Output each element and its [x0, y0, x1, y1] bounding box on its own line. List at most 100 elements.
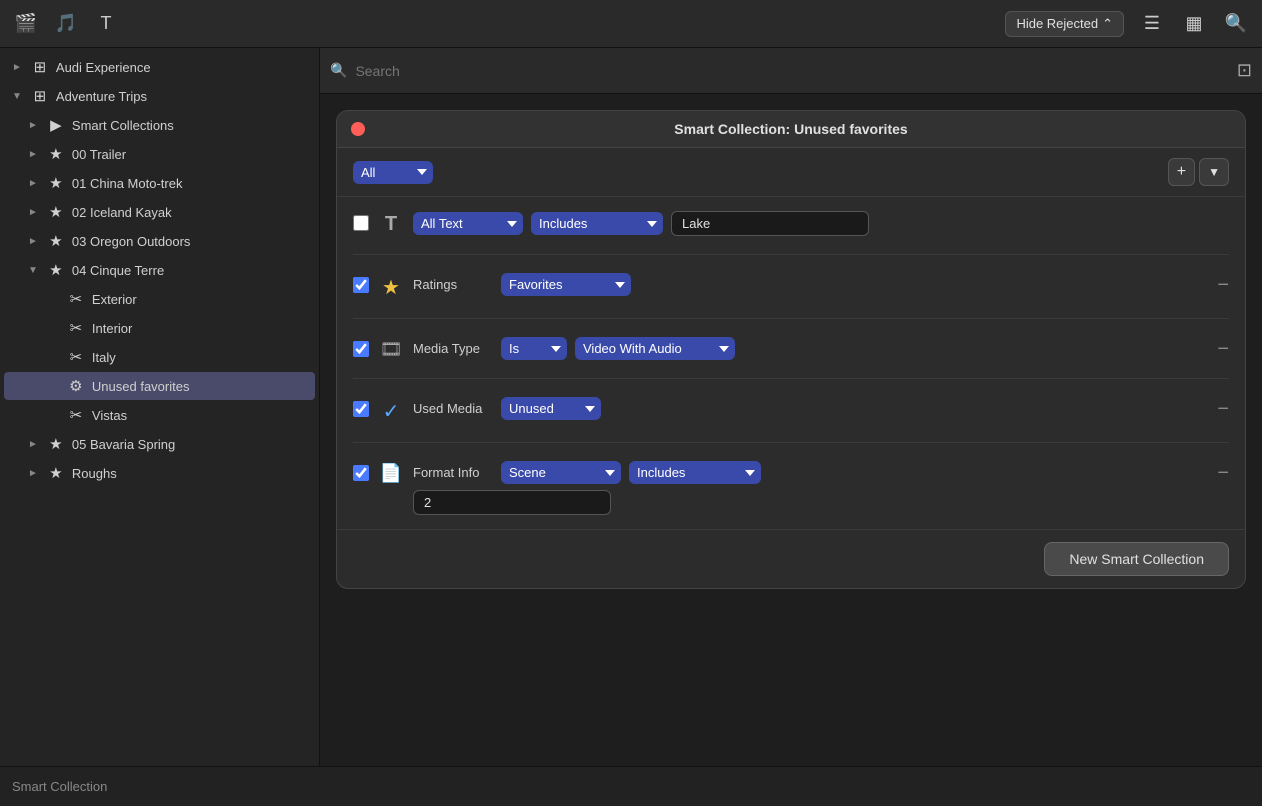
rule-text-controls: All Text Includes Does Not Include	[413, 211, 1229, 236]
sidebar-item-label: Italy	[92, 350, 116, 365]
scissors-icon: ✂	[66, 290, 86, 308]
star-icon: ★	[46, 203, 66, 221]
sidebar-item-adventure-trips[interactable]: ▼ ⊞ Adventure Trips	[4, 82, 315, 110]
sidebar-item-label: 05 Bavaria Spring	[72, 437, 175, 452]
list-view-icon[interactable]: ☰	[1138, 10, 1166, 38]
sidebar-item-02-iceland[interactable]: ► ★ 02 Iceland Kayak	[4, 198, 315, 226]
smart-collection-panel: Smart Collection: Unused favorites All A…	[336, 110, 1246, 589]
panel-title: Smart Collection: Unused favorites	[674, 121, 907, 137]
scissors-icon: ✂	[66, 348, 86, 366]
sidebar-item-label: Unused favorites	[92, 379, 190, 394]
sidebar-item-label: 03 Oregon Outdoors	[72, 234, 191, 249]
text-field-select[interactable]: All Text	[413, 212, 523, 235]
rule-row-text: T All Text Includes Does Not Include	[353, 205, 1229, 242]
arrow-icon: ►	[28, 439, 38, 450]
film-icon: 🎞	[379, 339, 403, 360]
sidebar-item-unused-favorites[interactable]: ► ⚙ Unused favorites	[4, 372, 315, 400]
add-rule-button[interactable]: +	[1168, 158, 1195, 186]
document-icon: 📄	[379, 463, 403, 484]
movie-icon[interactable]: 🎬	[12, 10, 40, 38]
expand-button[interactable]: ▼	[1199, 158, 1229, 186]
rule-ratings-controls: Ratings Favorites Rejected	[413, 273, 1207, 296]
search-bar: 🔍 ⊡	[320, 48, 1262, 94]
music-icon[interactable]: 🎵	[52, 10, 80, 38]
sidebar-item-label: 02 Iceland Kayak	[72, 205, 172, 220]
sidebar-item-label: Audi Experience	[56, 60, 151, 75]
text-value-input[interactable]	[671, 211, 869, 236]
match-select[interactable]: All Any None	[353, 161, 433, 184]
grid-icon: ⊞	[30, 87, 50, 105]
arrow-icon: ►	[28, 207, 38, 218]
sidebar-item-03-oregon[interactable]: ► ★ 03 Oregon Outdoors	[4, 227, 315, 255]
ratings-field-select[interactable]: Favorites Rejected	[501, 273, 631, 296]
hide-rejected-button[interactable]: Hide Rejected ⌃	[1005, 11, 1124, 37]
sidebar-item-label: Smart Collections	[72, 118, 174, 133]
top-toolbar: 🎬 🎵 T Hide Rejected ⌃ ☰ ▦ 🔍	[0, 0, 1262, 48]
format-operator-select[interactable]: Includes Does Not Include	[629, 461, 761, 484]
sidebar-item-04-cinque[interactable]: ▼ ★ 04 Cinque Terre	[4, 256, 315, 284]
status-label: Smart Collection	[12, 779, 107, 794]
sidebar-item-00-trailer[interactable]: ► ★ 00 Trailer	[4, 140, 315, 168]
sidebar-item-label: 04 Cinque Terre	[72, 263, 164, 278]
view-icon[interactable]: ⊡	[1237, 60, 1252, 81]
arrow-icon: ►	[28, 149, 38, 160]
star-icon: ★	[379, 275, 403, 300]
remove-used-button[interactable]: −	[1217, 399, 1229, 419]
grid-view-icon[interactable]: ▦	[1180, 10, 1208, 38]
rule-used-controls: Used Media Unused Used	[413, 397, 1207, 420]
sidebar-item-roughs[interactable]: ► ★ Roughs	[4, 459, 315, 487]
new-smart-collection-button[interactable]: New Smart Collection	[1044, 542, 1229, 576]
rule-used-checkbox[interactable]	[353, 401, 369, 417]
star-icon: ★	[46, 232, 66, 250]
search-toolbar-icon[interactable]: 🔍	[1222, 10, 1250, 38]
sidebar-item-label: Roughs	[72, 466, 117, 481]
search-input[interactable]	[355, 63, 1228, 79]
gear-icon: ⚙	[66, 377, 86, 395]
checkmark-icon: ✓	[379, 399, 403, 424]
used-value-select[interactable]: Unused Used	[501, 397, 601, 420]
rule-row-ratings: ★ Ratings Favorites Rejected −	[353, 267, 1229, 306]
star-icon: ★	[46, 174, 66, 192]
media-value-select[interactable]: Video With Audio Video Only Audio Only	[575, 337, 735, 360]
arrow-icon: ▼	[12, 91, 22, 102]
text-icon: T	[379, 213, 403, 236]
sidebar-item-01-china[interactable]: ► ★ 01 China Moto-trek	[4, 169, 315, 197]
hide-rejected-label: Hide Rejected	[1016, 16, 1098, 31]
remove-media-button[interactable]: −	[1217, 339, 1229, 359]
sidebar-item-smart-collections[interactable]: ► ▶ Smart Collections	[4, 111, 315, 139]
rule-ratings-checkbox[interactable]	[353, 277, 369, 293]
panel-close-button[interactable]	[351, 122, 365, 136]
remove-ratings-button[interactable]: −	[1217, 275, 1229, 295]
rule-row-used-media: ✓ Used Media Unused Used −	[353, 391, 1229, 430]
text-operator-select[interactable]: Includes Does Not Include	[531, 212, 663, 235]
arrow-icon: ▼	[28, 265, 38, 276]
sidebar-item-interior[interactable]: ► ✂ Interior	[4, 314, 315, 342]
title-icon[interactable]: T	[92, 10, 120, 38]
remove-format-button[interactable]: −	[1217, 463, 1229, 483]
sidebar-item-vistas[interactable]: ► ✂ Vistas	[4, 401, 315, 429]
rule-row-media-type: 🎞 Media Type Is Is Not Video With Audio …	[353, 331, 1229, 366]
rule-format-controls: Format Info Scene Reel Includes Does Not…	[413, 461, 1207, 515]
rule-ratings-label: Ratings	[413, 277, 493, 292]
sidebar-item-label: Vistas	[92, 408, 127, 423]
panel-toolbar: All Any None + ▼	[337, 148, 1245, 197]
rule-text-checkbox[interactable]	[353, 215, 369, 231]
rule-media-checkbox[interactable]	[353, 341, 369, 357]
arrow-icon: ►	[28, 178, 38, 189]
format-field-select[interactable]: Scene Reel	[501, 461, 621, 484]
bottom-bar: Smart Collection	[0, 766, 1262, 806]
sidebar-item-audi-experience[interactable]: ► ⊞ Audi Experience	[4, 53, 315, 81]
hide-rejected-chevron: ⌃	[1102, 16, 1113, 32]
sidebar-item-italy[interactable]: ► ✂ Italy	[4, 343, 315, 371]
arrow-icon: ►	[28, 236, 38, 247]
sidebar-item-05-bavaria[interactable]: ► ★ 05 Bavaria Spring	[4, 430, 315, 458]
media-operator-select[interactable]: Is Is Not	[501, 337, 567, 360]
rule-format-checkbox[interactable]	[353, 465, 369, 481]
format-value-input[interactable]	[413, 490, 611, 515]
arrow-icon: ►	[12, 62, 22, 73]
sidebar-item-exterior[interactable]: ► ✂ Exterior	[4, 285, 315, 313]
sidebar-item-label: Interior	[92, 321, 132, 336]
sidebar-item-label: Exterior	[92, 292, 137, 307]
arrow-icon: ►	[28, 120, 38, 131]
search-icon: 🔍	[330, 62, 347, 79]
